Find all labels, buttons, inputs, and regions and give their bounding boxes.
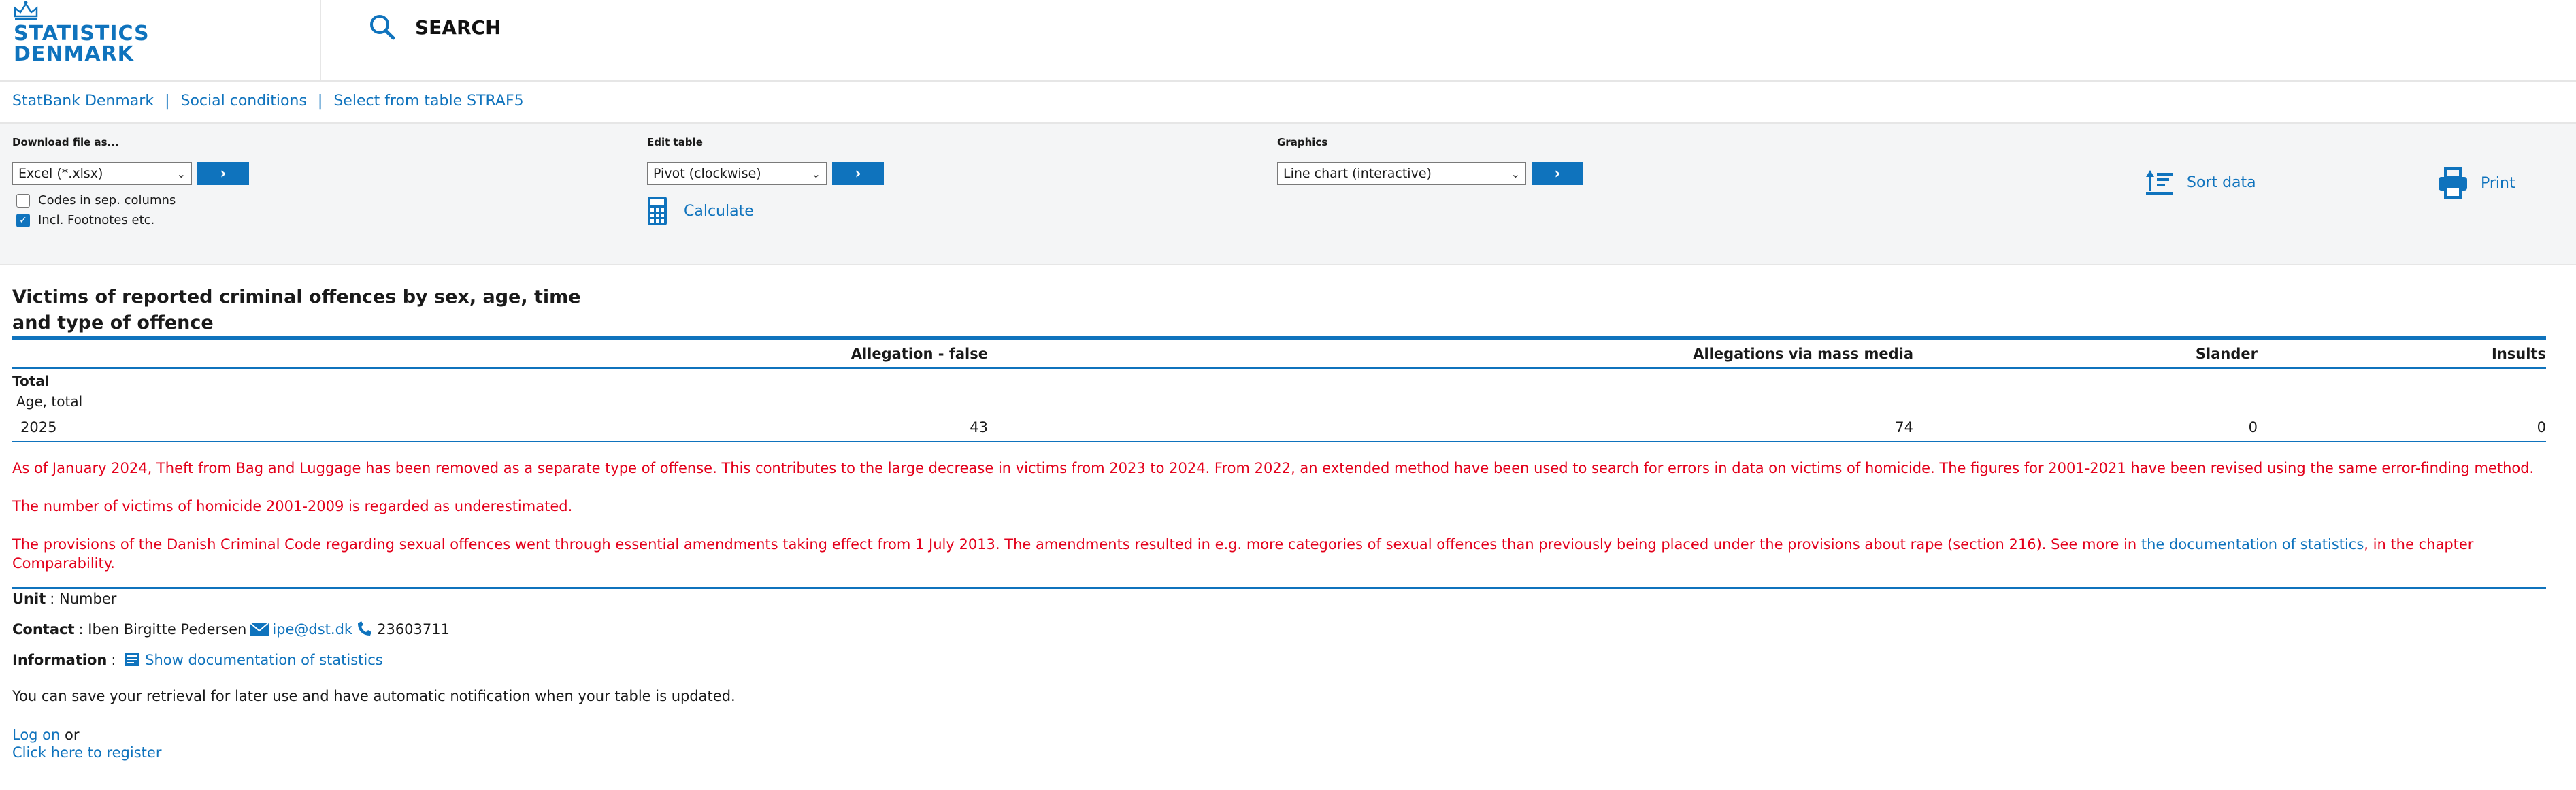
sort-data-button[interactable]: Sort data xyxy=(2145,167,2256,197)
site-header: STATISTICS DENMARK SEARCH xyxy=(0,0,2576,82)
logon-or: or xyxy=(65,727,80,743)
contact-name: Iben Birgitte Pedersen xyxy=(88,621,247,638)
column-header: Slander xyxy=(2195,346,2258,362)
table-info: Unit : Number Contact : Iben Birgitte Pe… xyxy=(12,589,450,681)
contact-email-link[interactable]: ipe@dst.dk xyxy=(272,621,352,638)
search-icon xyxy=(370,15,395,40)
search-button[interactable]: SEARCH xyxy=(367,7,501,48)
download-format-select[interactable]: Excel (*.xlsx) ⌄ xyxy=(12,162,192,185)
download-group: Download file as... Excel (*.xlsx) ⌄ › C… xyxy=(12,136,249,227)
column-header: Allegation - false xyxy=(851,346,988,362)
print-button[interactable]: Print xyxy=(2437,167,2515,199)
register-link[interactable]: Click here to register xyxy=(12,744,161,761)
breadcrumb-statbank[interactable]: StatBank Denmark xyxy=(12,93,154,110)
breadcrumb-separator: | xyxy=(165,93,170,110)
column-header: Allegations via mass media xyxy=(1693,346,1913,362)
crown-icon xyxy=(14,1,38,20)
contact-label: Contact xyxy=(12,621,75,638)
row-time: 2025 xyxy=(20,419,57,435)
header-divider xyxy=(320,0,321,80)
footnote: The number of victims of homicide 2001-2… xyxy=(12,498,573,514)
unit-row: Unit : Number xyxy=(12,589,450,608)
footnote: As of January 2024, Theft from Bag and L… xyxy=(12,460,2534,476)
codes-checkbox[interactable] xyxy=(16,193,30,208)
breadcrumb: StatBank Denmark | Social conditions | S… xyxy=(12,93,524,110)
chart-type-select[interactable]: Line chart (interactive) ⌄ xyxy=(1277,162,1526,185)
data-table: Allegation - false Allegations via mass … xyxy=(12,336,2546,442)
stub-sex: Total xyxy=(12,373,50,389)
table-cell: 0 xyxy=(2537,419,2546,435)
colon: : xyxy=(50,591,60,607)
edit-table-group: Edit table Pivot (clockwise) ⌄ › Calcula… xyxy=(647,136,884,226)
download-format-value: Excel (*.xlsx) xyxy=(18,166,103,181)
footnotes-checkbox-row[interactable]: ✓ Incl. Footnotes etc. xyxy=(12,213,249,227)
register-row: Click here to register xyxy=(12,744,161,761)
footnote-text: The provisions of the Danish Criminal Co… xyxy=(12,536,2141,553)
phone-icon xyxy=(358,621,372,636)
table-row: 2025 43 74 0 0 xyxy=(12,416,2546,442)
footnotes-checkbox[interactable]: ✓ xyxy=(16,213,30,227)
breadcrumb-select-table[interactable]: Select from table STRAF5 xyxy=(333,93,523,110)
colon: : xyxy=(111,652,121,668)
colon: : xyxy=(78,621,88,638)
printer-icon xyxy=(2439,167,2467,199)
table-header-row: Allegation - false Allegations via mass … xyxy=(12,340,2546,369)
documentation-link[interactable]: the documentation of statistics xyxy=(2141,536,2364,553)
download-label: Download file as... xyxy=(12,136,119,148)
logon-link[interactable]: Log on xyxy=(12,727,60,743)
table-cell: 43 xyxy=(970,419,988,435)
chevron-down-icon: ⌄ xyxy=(1510,167,1520,180)
print-label: Print xyxy=(2481,174,2515,192)
column-header: Insults xyxy=(2492,346,2546,362)
calculator-icon xyxy=(648,197,667,225)
pivot-select[interactable]: Pivot (clockwise) ⌄ xyxy=(647,162,827,185)
breadcrumb-separator: | xyxy=(317,93,323,110)
sort-data-label: Sort data xyxy=(2187,174,2256,191)
table-cell: 0 xyxy=(2248,419,2258,435)
document-icon xyxy=(125,653,140,666)
footnotes-bottom-rule xyxy=(12,587,2546,589)
stub-age: Age, total xyxy=(16,393,83,410)
information-row: Information : Show documentation of stat… xyxy=(12,651,450,670)
logo-text-line2: DENMARK xyxy=(14,42,134,66)
unit-value: Number xyxy=(59,591,117,607)
codes-checkbox-row[interactable]: Codes in sep. columns xyxy=(12,193,249,208)
table-footnotes: As of January 2024, Theft from Bag and L… xyxy=(12,459,2546,589)
chevron-down-icon: ⌄ xyxy=(176,167,186,180)
sort-icon xyxy=(2146,170,2173,195)
calculate-button[interactable]: Calculate xyxy=(647,196,884,226)
footnote: The provisions of the Danish Criminal Co… xyxy=(12,535,2546,573)
calculate-label: Calculate xyxy=(684,202,754,220)
search-label: SEARCH xyxy=(415,16,501,39)
unit-label: Unit xyxy=(12,591,46,607)
table-cell: 74 xyxy=(1895,419,1913,435)
statistics-denmark-logo[interactable]: STATISTICS DENMARK xyxy=(12,0,149,68)
table-title: Victims of reported criminal offences by… xyxy=(12,286,581,333)
download-go-button[interactable]: › xyxy=(197,162,249,185)
pivot-select-value: Pivot (clockwise) xyxy=(653,166,761,181)
chart-type-value: Line chart (interactive) xyxy=(1283,166,1432,181)
save-retrieval-message: You can save your retrieval for later us… xyxy=(12,688,736,704)
chevron-down-icon: ⌄ xyxy=(811,167,821,180)
graphics-group: Graphics Line chart (interactive) ⌄ › xyxy=(1277,136,1583,185)
show-documentation-link[interactable]: Show documentation of statistics xyxy=(145,652,383,668)
logon-row: Log on or xyxy=(12,727,80,743)
breadcrumb-social-conditions[interactable]: Social conditions xyxy=(181,93,307,110)
contact-phone: 23603711 xyxy=(377,621,450,638)
table-toolbar: Download file as... Excel (*.xlsx) ⌄ › C… xyxy=(0,122,2576,265)
contact-row: Contact : Iben Birgitte Pedersen ipe@dst… xyxy=(12,620,450,639)
edit-go-button[interactable]: › xyxy=(832,162,884,185)
footnotes-checkbox-label: Incl. Footnotes etc. xyxy=(38,213,155,227)
graphics-label: Graphics xyxy=(1277,136,1328,148)
codes-checkbox-label: Codes in sep. columns xyxy=(38,193,176,208)
email-icon xyxy=(250,623,269,636)
edit-table-label: Edit table xyxy=(647,136,703,148)
information-label: Information xyxy=(12,652,108,668)
graphics-go-button[interactable]: › xyxy=(1532,162,1583,185)
